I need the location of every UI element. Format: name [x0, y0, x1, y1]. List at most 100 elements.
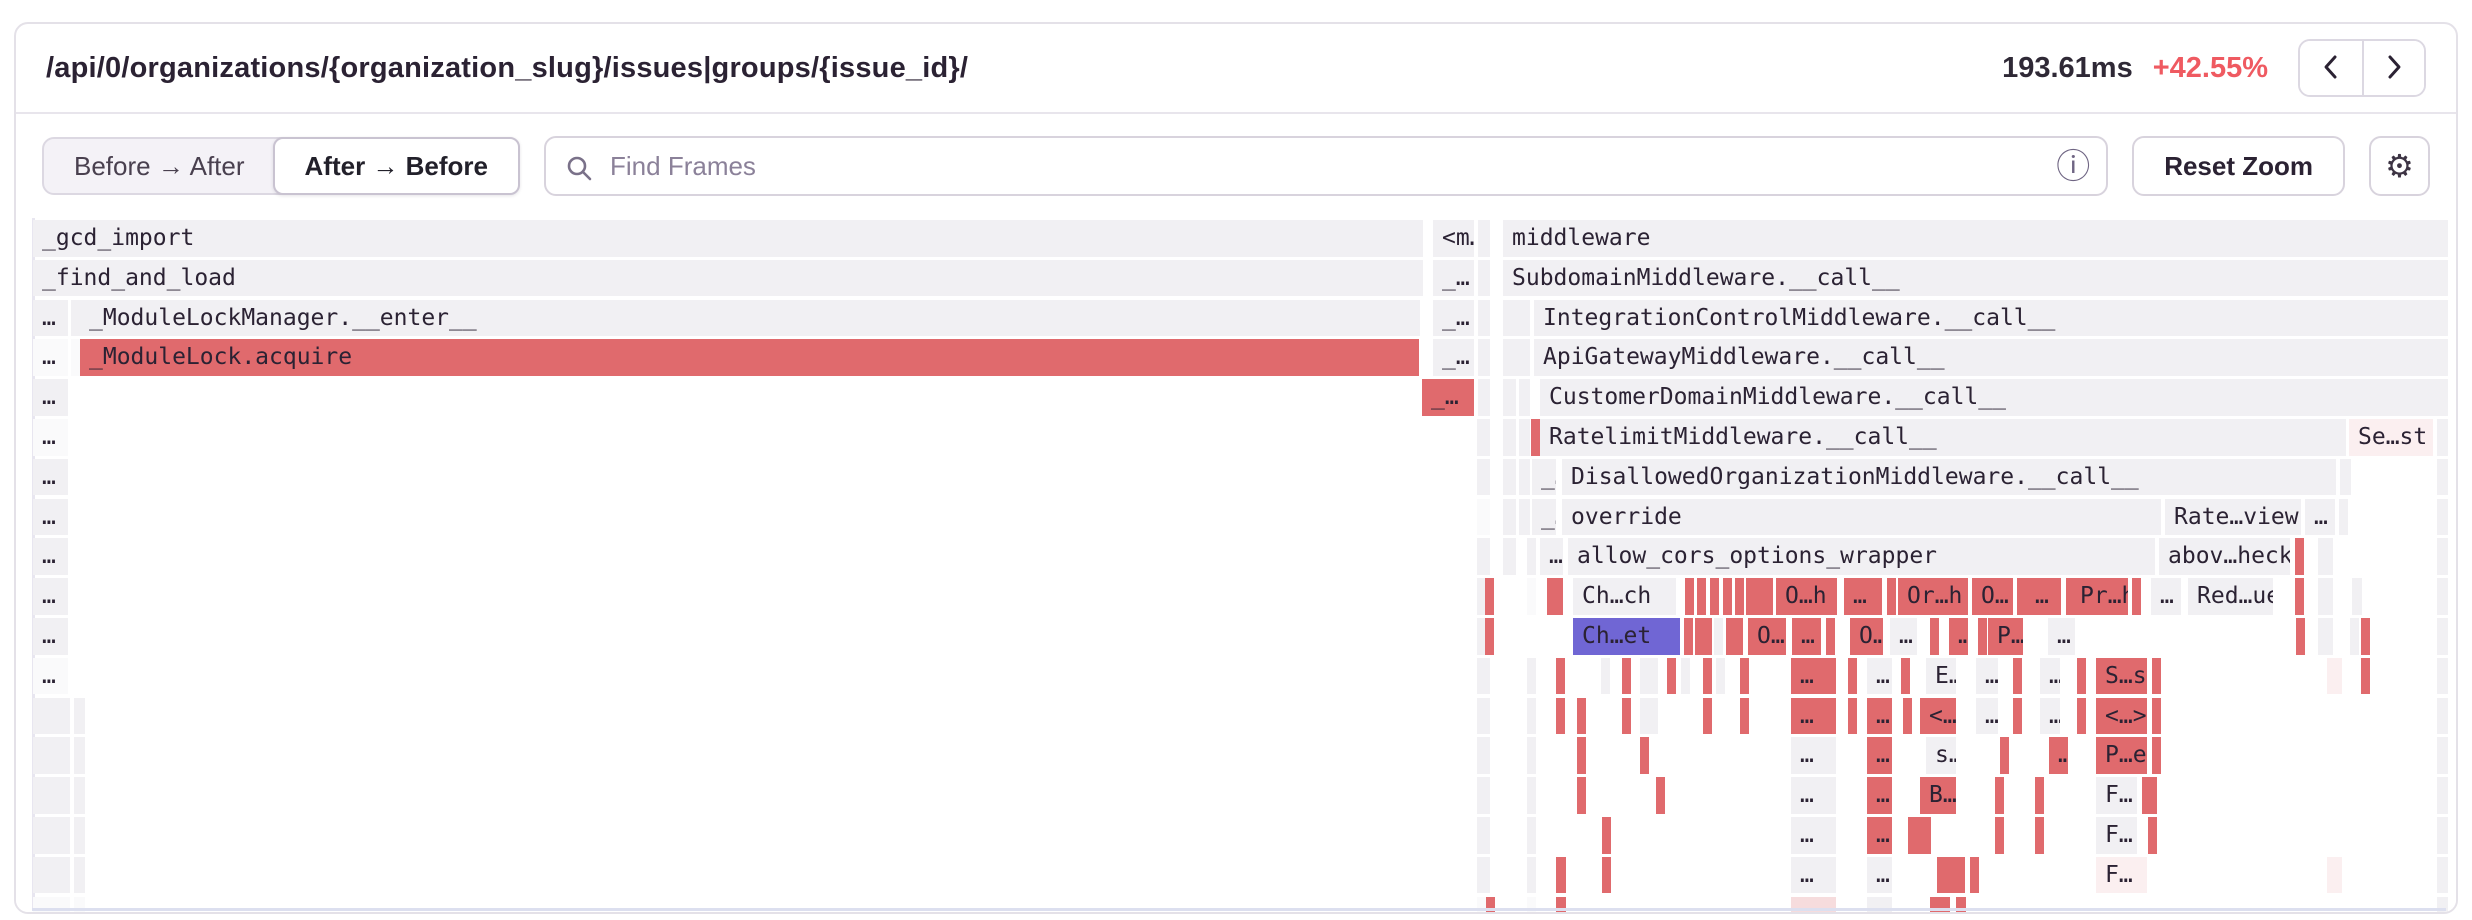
- flame-frame[interactable]: [2437, 817, 2448, 854]
- flame-frame[interactable]: …: [1844, 578, 1882, 615]
- flame-frame[interactable]: [1956, 897, 1966, 914]
- flame-frame[interactable]: [2035, 777, 2044, 814]
- flame-frame[interactable]: [1685, 578, 1694, 615]
- flame-frame[interactable]: [2000, 737, 2009, 774]
- flame-frame[interactable]: F…: [2096, 857, 2147, 894]
- flame-frame[interactable]: [2152, 698, 2161, 735]
- flame-frame[interactable]: [1503, 379, 1516, 416]
- flame-frame[interactable]: [1527, 817, 1536, 854]
- flame-frame[interactable]: …: [33, 379, 68, 416]
- flamegraph-canvas[interactable]: _gcd_import<m…>middleware_find_and_load_…: [16, 218, 2458, 912]
- flame-frame[interactable]: [2318, 578, 2333, 615]
- settings-button[interactable]: ⚙: [2369, 136, 2430, 196]
- info-icon[interactable]: ⓘ: [2056, 150, 2090, 184]
- flame-frame[interactable]: [1714, 618, 1723, 655]
- flame-frame[interactable]: B…: [1920, 777, 1956, 814]
- flame-frame[interactable]: Ch…et: [1573, 618, 1680, 655]
- flame-frame[interactable]: override: [1562, 499, 2161, 536]
- flame-frame[interactable]: …: [1791, 857, 1836, 894]
- flame-frame[interactable]: [1527, 777, 1536, 814]
- find-frames-field[interactable]: ⓘ: [544, 136, 2108, 196]
- flame-frame[interactable]: _ModuleLock.acquire: [80, 339, 1415, 376]
- flame-frame[interactable]: [1577, 698, 1586, 735]
- flame-frame[interactable]: [1753, 578, 1773, 615]
- flame-frame[interactable]: [2017, 578, 2026, 615]
- flame-frame[interactable]: [1577, 737, 1586, 774]
- flame-frame[interactable]: [1640, 658, 1658, 695]
- flame-frame[interactable]: _…: [1433, 300, 1474, 337]
- flame-frame[interactable]: [1577, 777, 1586, 814]
- flame-frame[interactable]: [1667, 658, 1676, 695]
- flame-frame[interactable]: ApiGatewayMiddleware.__call__: [1534, 339, 2448, 376]
- flame-frame[interactable]: …: [2026, 578, 2061, 615]
- flame-frame[interactable]: [1970, 857, 1979, 894]
- flame-frame[interactable]: [1531, 419, 1540, 456]
- flame-frame[interactable]: Red…ue: [2188, 578, 2273, 615]
- flame-frame[interactable]: [1485, 578, 1494, 615]
- flame-frame[interactable]: [1556, 658, 1565, 695]
- flame-frame[interactable]: [71, 300, 80, 337]
- flame-frame[interactable]: [2132, 578, 2141, 615]
- flame-frame[interactable]: [2152, 658, 2161, 695]
- flame-frame[interactable]: …: [2151, 578, 2181, 615]
- flame-frame[interactable]: middleware: [1503, 220, 2448, 257]
- flame-frame[interactable]: [2013, 698, 2022, 735]
- flame-frame[interactable]: [1995, 817, 2004, 854]
- flame-frame[interactable]: [33, 777, 70, 814]
- flame-frame[interactable]: [1503, 538, 1516, 575]
- flame-frame[interactable]: [2437, 618, 2448, 655]
- flame-frame[interactable]: [2152, 737, 2161, 774]
- flame-frame[interactable]: [1477, 857, 1490, 894]
- flame-frame[interactable]: [1503, 300, 1530, 337]
- flame-frame[interactable]: [2437, 737, 2448, 774]
- flame-frame[interactable]: [2077, 658, 2086, 695]
- flame-frame[interactable]: [1486, 897, 1495, 914]
- flame-frame[interactable]: [2296, 618, 2305, 655]
- flame-frame[interactable]: [1527, 737, 1536, 774]
- flame-frame[interactable]: [1477, 538, 1490, 575]
- flame-frame[interactable]: [74, 698, 85, 735]
- flame-frame[interactable]: …: [1949, 618, 1968, 655]
- flame-frame[interactable]: …: [1791, 817, 1836, 854]
- flame-frame[interactable]: _…: [1422, 379, 1474, 416]
- flame-frame[interactable]: [1622, 698, 1631, 735]
- flame-frame[interactable]: [1485, 618, 1494, 655]
- flame-frame[interactable]: O…: [1748, 618, 1786, 655]
- flame-frame[interactable]: [33, 698, 70, 735]
- flame-frame[interactable]: DisallowedOrganizationMiddleware.__call_…: [1562, 459, 2336, 496]
- flame-frame[interactable]: [1735, 578, 1744, 615]
- flame-frame[interactable]: _…: [1532, 499, 1556, 536]
- flame-frame[interactable]: [1848, 698, 1857, 735]
- flame-frame[interactable]: abov…heck: [2159, 538, 2290, 575]
- flame-frame[interactable]: Pr…h: [2071, 578, 2128, 615]
- flame-frame[interactable]: [1527, 578, 1536, 615]
- flame-frame[interactable]: [1477, 419, 1490, 456]
- flame-frame[interactable]: [2077, 698, 2086, 735]
- flame-frame[interactable]: [74, 777, 85, 814]
- segment-after-before[interactable]: After → Before: [273, 137, 520, 195]
- flame-frame[interactable]: [1716, 658, 1725, 695]
- flame-frame[interactable]: _ModuleLockManager.__enter__: [80, 300, 1420, 337]
- flame-frame[interactable]: Or…h: [1898, 578, 1968, 615]
- flame-frame[interactable]: <m…>: [1433, 220, 1474, 257]
- flame-frame[interactable]: …: [2040, 658, 2060, 695]
- flame-frame[interactable]: …: [2040, 698, 2060, 735]
- flame-frame[interactable]: [1697, 578, 1706, 615]
- flame-frame[interactable]: [1602, 817, 1611, 854]
- flame-frame[interactable]: …: [2305, 499, 2335, 536]
- next-button[interactable]: [2362, 41, 2424, 95]
- flame-frame[interactable]: [1519, 459, 1530, 496]
- flame-frame[interactable]: [1478, 260, 1490, 297]
- flame-frame[interactable]: [2035, 817, 2044, 854]
- flame-frame[interactable]: [1703, 698, 1712, 735]
- flame-frame[interactable]: [1477, 459, 1490, 496]
- flame-frame[interactable]: …: [1890, 618, 1917, 655]
- flame-frame[interactable]: …: [33, 499, 68, 536]
- flame-frame[interactable]: [1478, 300, 1490, 337]
- flame-frame[interactable]: [2437, 459, 2448, 496]
- flame-frame[interactable]: SubdomainMiddleware.__call__: [1503, 260, 2448, 297]
- flame-frame[interactable]: …: [2048, 618, 2075, 655]
- flame-frame[interactable]: [2318, 618, 2333, 655]
- flame-frame[interactable]: [1556, 698, 1565, 735]
- flame-frame[interactable]: [1503, 419, 1516, 456]
